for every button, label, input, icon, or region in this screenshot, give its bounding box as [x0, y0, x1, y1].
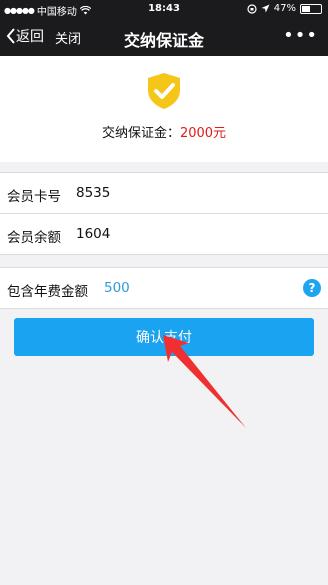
fee-row: 包含年费金额 500 ?	[0, 268, 328, 308]
deposit-label: 交纳保证金：	[101, 126, 180, 141]
fee-label: 包含年费金额	[7, 284, 88, 300]
member-balance-value: 1604	[76, 226, 111, 242]
member-card-row: 会员卡号 8535	[0, 173, 328, 213]
member-balance-row: 会员余额 1604	[0, 213, 328, 254]
member-card-value: 8535	[76, 185, 111, 201]
member-card-label: 会员卡号	[7, 189, 61, 205]
deposit-line: 交纳保证金：2000元	[0, 122, 328, 141]
fee-value: 500	[104, 280, 130, 296]
confirm-pay-button[interactable]: 确认支付	[14, 318, 314, 356]
deposit-header: 交纳保证金：2000元	[0, 56, 328, 162]
rotation-lock-icon	[247, 3, 257, 14]
deposit-amount: 2000元	[179, 126, 227, 141]
battery-percent: 47%	[273, 3, 296, 14]
location-icon	[261, 4, 270, 13]
battery-icon	[300, 3, 322, 14]
help-icon[interactable]: ?	[303, 279, 321, 297]
more-icon[interactable]: •••	[283, 25, 318, 46]
shield-check-icon	[148, 73, 180, 109]
page-title: 交纳保证金	[123, 31, 204, 50]
member-info-card: 会员卡号 8535 会员余额 1604	[0, 172, 328, 255]
status-right: 47%	[247, 3, 322, 14]
member-balance-label: 会员余额	[7, 230, 61, 246]
fee-card: 包含年费金额 500 ?	[0, 267, 328, 309]
battery-level	[302, 5, 311, 12]
nav-bar: 返回 关闭 交纳保证金 •••	[0, 18, 328, 56]
status-bar: ●●●●● 中国移动 18:43 47%	[0, 0, 328, 18]
